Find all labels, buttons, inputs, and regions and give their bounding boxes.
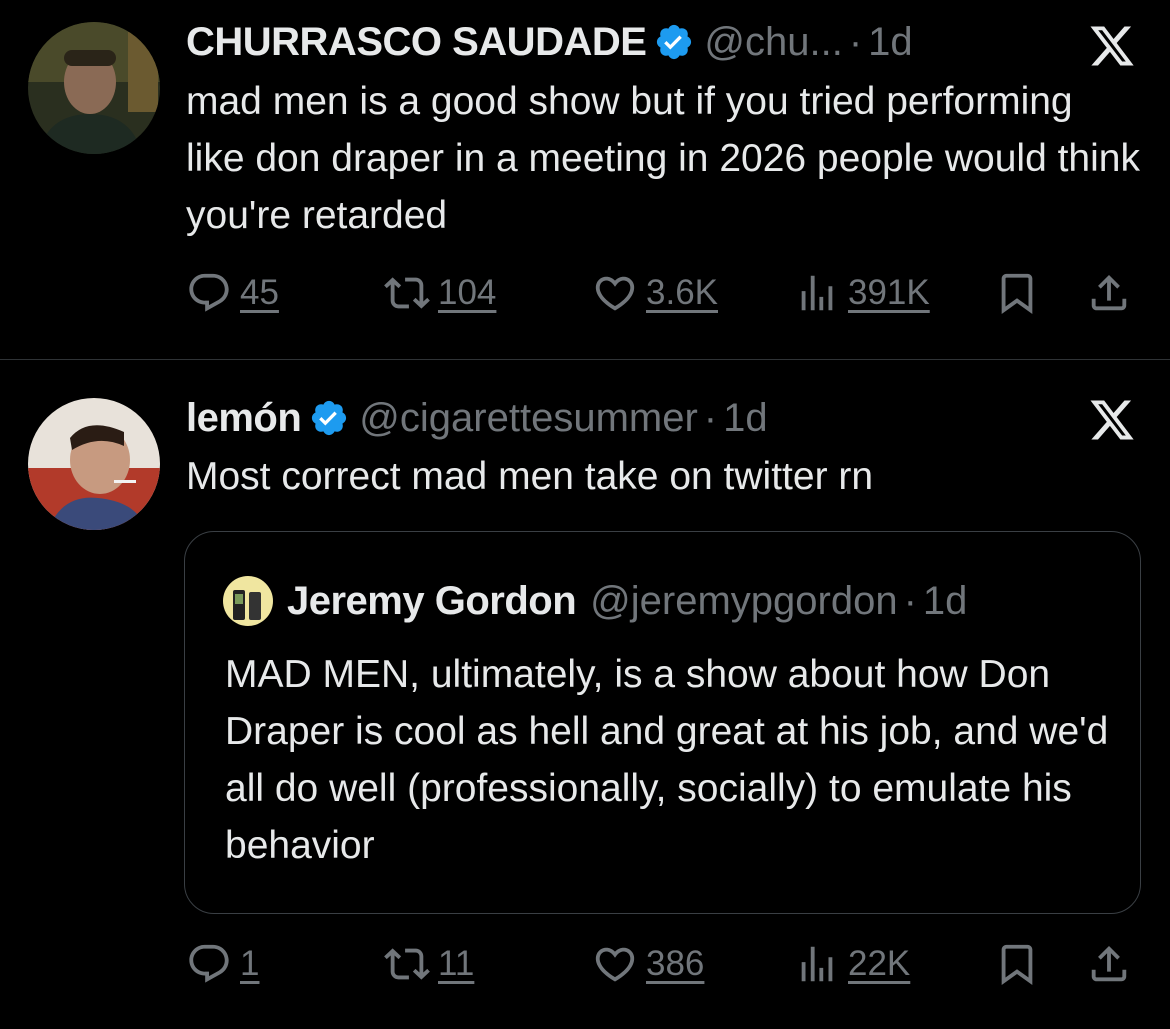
reply-count: 1	[240, 944, 260, 983]
heart-icon	[595, 947, 635, 982]
tweet-text: mad men is a good show but if you tried …	[186, 80, 1140, 237]
verified-badge-icon	[312, 400, 347, 436]
reply-icon	[189, 273, 229, 312]
reply-button[interactable]: 1	[186, 941, 259, 987]
separator-dot: ·	[903, 579, 917, 623]
quote-timestamp[interactable]: 1d	[923, 577, 968, 625]
reply-count: 45	[240, 273, 279, 312]
bookmark-button[interactable]	[994, 941, 1040, 987]
quote-handle[interactable]: @jeremypgordon	[590, 577, 897, 625]
retweet-icon	[384, 277, 430, 309]
tweet-header: CHURRASCO SAUDADE @chu... · 1d	[186, 18, 1060, 66]
x-logo-icon[interactable]	[1086, 396, 1138, 444]
separator-dot: ·	[848, 20, 863, 64]
views-button[interactable]: 391K	[794, 270, 930, 316]
separator-dot: ·	[703, 396, 718, 440]
heart-icon	[595, 276, 635, 311]
quoted-tweet[interactable]: Jeremy Gordon @jeremypgordon · 1d MAD ME…	[184, 531, 1141, 914]
share-icon	[1091, 274, 1127, 311]
tweet-1[interactable]: CHURRASCO SAUDADE @chu... · 1d mad men i…	[0, 0, 1170, 360]
retweet-button[interactable]: 104	[384, 270, 496, 316]
views-count: 22K	[848, 944, 911, 983]
share-button[interactable]	[1086, 941, 1132, 987]
views-count: 391K	[848, 273, 930, 312]
retweet-count: 104	[438, 273, 497, 312]
retweet-button[interactable]: 11	[384, 941, 474, 987]
quote-avatar[interactable]	[223, 576, 273, 626]
verified-badge-icon	[657, 24, 692, 60]
avatar[interactable]	[28, 398, 160, 530]
timestamp[interactable]: 1d	[723, 394, 768, 442]
display-name[interactable]: lemón	[186, 394, 302, 442]
reply-icon	[189, 944, 229, 983]
like-button[interactable]: 3.6K	[592, 270, 718, 316]
tweet-header: lemón @cigarettesummer · 1d	[186, 394, 1060, 442]
handle[interactable]: @cigarettesummer	[359, 394, 697, 442]
timestamp[interactable]: 1d	[868, 18, 913, 66]
quote-header: Jeremy Gordon @jeremypgordon · 1d	[223, 576, 967, 626]
like-count: 386	[646, 944, 705, 983]
retweet-icon	[384, 948, 430, 980]
action-bar: 45 104 3.6K 391K	[186, 270, 1140, 320]
quote-text: MAD MEN, ultimately, is a show about how…	[225, 653, 1109, 867]
like-count: 3.6K	[646, 273, 718, 312]
quote-display-name[interactable]: Jeremy Gordon	[287, 577, 577, 625]
bookmark-icon	[1001, 944, 1033, 985]
share-button[interactable]	[1086, 270, 1132, 316]
share-icon	[1091, 945, 1127, 982]
views-icon	[801, 275, 833, 311]
tweet-text: Most correct mad men take on twitter rn	[186, 455, 874, 498]
handle[interactable]: @chu...	[704, 18, 842, 66]
display-name[interactable]: CHURRASCO SAUDADE	[186, 18, 647, 66]
views-button[interactable]: 22K	[794, 941, 910, 987]
x-logo-icon[interactable]	[1086, 22, 1138, 70]
views-icon	[801, 946, 833, 982]
like-button[interactable]: 386	[592, 941, 704, 987]
reply-button[interactable]: 45	[186, 270, 279, 316]
bookmark-button[interactable]	[994, 270, 1040, 316]
action-bar: 1 11 386 22K	[186, 941, 1140, 991]
avatar[interactable]	[28, 22, 160, 154]
retweet-count: 11	[438, 944, 475, 983]
bookmark-icon	[1001, 273, 1033, 314]
